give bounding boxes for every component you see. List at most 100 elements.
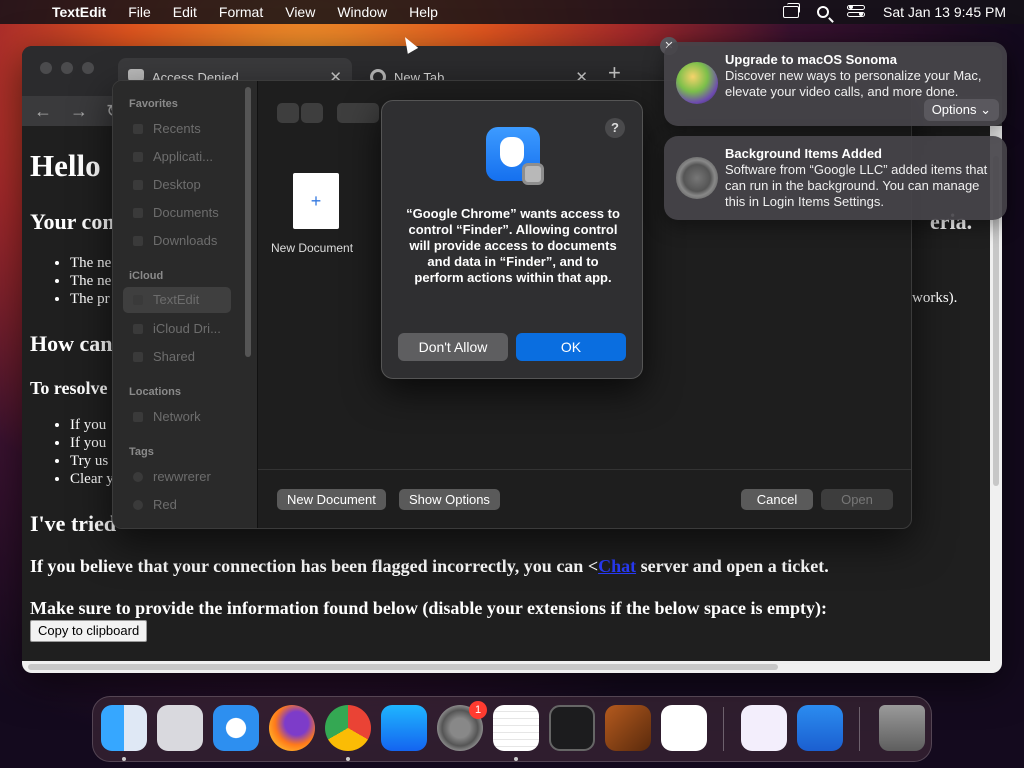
notification-body: Discover new ways to personalize your Ma… bbox=[725, 68, 982, 99]
visual-studio-icon[interactable] bbox=[741, 705, 787, 751]
sidebar-item-label: TextEdit bbox=[153, 292, 200, 307]
sidebar-item-label: Documents bbox=[153, 205, 219, 220]
menu-format[interactable]: Format bbox=[208, 0, 274, 24]
heading-ive-tried: I've tried bbox=[30, 511, 117, 536]
list-item: If you bbox=[70, 416, 114, 434]
sidebar-item-textedit[interactable]: TextEdit bbox=[123, 287, 231, 313]
list-fragment-right: works). bbox=[912, 290, 958, 306]
page-heading: Hello bbox=[30, 148, 101, 183]
dont-allow-button[interactable]: Don't Allow bbox=[398, 333, 508, 361]
menu-app-name[interactable]: TextEdit bbox=[46, 0, 117, 24]
sidebar-item-icloud-drive[interactable]: iCloud Dri... bbox=[133, 321, 243, 336]
firefox-icon[interactable] bbox=[269, 705, 315, 751]
notification-badge: 1 bbox=[469, 701, 487, 719]
zoom-window-button[interactable] bbox=[82, 62, 94, 74]
dock-separator bbox=[859, 707, 860, 751]
sidebar-item-shared[interactable]: Shared bbox=[133, 349, 243, 364]
sidebar-item-network[interactable]: Network bbox=[133, 409, 243, 424]
clock-icon bbox=[133, 123, 143, 134]
divider bbox=[257, 81, 258, 528]
sidebar-item-tag[interactable]: rewwrerer bbox=[133, 469, 243, 484]
menu-clock[interactable]: Sat Jan 13 9:45 PM bbox=[883, 4, 1006, 20]
back-arrow-icon[interactable]: ← bbox=[34, 101, 52, 122]
sidebar-item-downloads[interactable]: Downloads bbox=[133, 233, 243, 248]
new-document-label[interactable]: New Document bbox=[271, 241, 353, 255]
ok-button[interactable]: OK bbox=[516, 333, 626, 361]
sidebar-item-applications[interactable]: Applicati... bbox=[133, 149, 243, 164]
menu-file[interactable]: File bbox=[117, 0, 162, 24]
reasons-list: The ne The ne The pr bbox=[52, 254, 111, 308]
terminal-icon[interactable] bbox=[549, 705, 595, 751]
permission-alert: ? “Google Chrome” wants access to contro… bbox=[381, 100, 643, 379]
menu-bar: TextEdit File Edit Format View Window He… bbox=[0, 0, 1024, 24]
provide-info-paragraph: Make sure to provide the information fou… bbox=[30, 598, 828, 618]
view-options-button[interactable] bbox=[337, 103, 379, 123]
cancel-button[interactable]: Cancel bbox=[741, 489, 813, 510]
show-options-button[interactable]: Show Options bbox=[399, 489, 500, 510]
list-item: The ne bbox=[70, 254, 111, 272]
sidebar-item-label: Desktop bbox=[153, 177, 201, 192]
sidebar-header-favorites: Favorites bbox=[129, 98, 178, 110]
notification-sonoma[interactable]: Upgrade to macOS Sonoma Discover new way… bbox=[664, 42, 1007, 126]
notification-background-items[interactable]: Background Items Added Software from “Go… bbox=[664, 136, 1007, 220]
sidebar-header-icloud: iCloud bbox=[129, 270, 164, 282]
launchpad-icon[interactable] bbox=[157, 705, 203, 751]
safari-icon[interactable] bbox=[213, 705, 259, 751]
notification-options-button[interactable]: Options ⌄ bbox=[923, 99, 999, 121]
shared-folder-icon bbox=[133, 351, 143, 362]
spotlight-search-icon[interactable] bbox=[817, 6, 830, 18]
back-nav-button[interactable] bbox=[277, 103, 299, 123]
sidebar-item-recents[interactable]: Recents bbox=[133, 121, 243, 136]
chat-link[interactable]: Chat bbox=[598, 556, 636, 576]
list-item: The pr bbox=[70, 290, 111, 308]
running-indicator bbox=[122, 757, 126, 761]
scroll-thumb[interactable] bbox=[28, 664, 778, 670]
tag-dot-icon bbox=[133, 471, 143, 482]
close-window-button[interactable] bbox=[40, 62, 52, 74]
sidebar-item-documents[interactable]: Documents bbox=[133, 205, 243, 220]
window-icon[interactable] bbox=[783, 3, 801, 18]
new-document-tile[interactable]: + bbox=[293, 173, 339, 229]
running-indicator bbox=[346, 757, 350, 761]
chrome-icon[interactable] bbox=[325, 705, 371, 751]
sidebar-header-tags: Tags bbox=[129, 446, 154, 458]
forward-nav-button[interactable] bbox=[301, 103, 323, 123]
list-item: Try us bbox=[70, 452, 114, 470]
help-button[interactable]: ? bbox=[605, 118, 625, 138]
gear-icon bbox=[522, 163, 544, 185]
sidebar-item-label: Downloads bbox=[153, 233, 218, 248]
sidebar-header-locations: Locations bbox=[129, 386, 181, 398]
document-icon bbox=[133, 207, 143, 218]
sidebar-item-tag-red[interactable]: Red bbox=[133, 497, 243, 512]
control-center-icon[interactable] bbox=[847, 5, 866, 19]
textedit-icon[interactable] bbox=[493, 705, 539, 751]
sidebar-item-label: iCloud Dri... bbox=[153, 321, 221, 336]
menu-help[interactable]: Help bbox=[398, 0, 449, 24]
sidebar-scrollbar[interactable] bbox=[245, 87, 251, 357]
trash-icon[interactable] bbox=[879, 705, 925, 751]
horizontal-scrollbar[interactable] bbox=[22, 661, 1002, 673]
new-document-button[interactable]: New Document bbox=[277, 489, 386, 510]
minimize-window-button[interactable] bbox=[61, 62, 73, 74]
tag-dot-icon bbox=[133, 499, 143, 510]
list-item: The ne bbox=[70, 272, 111, 290]
globe-icon bbox=[133, 411, 143, 422]
sidebar-item-label: Shared bbox=[153, 349, 195, 364]
menu-edit[interactable]: Edit bbox=[162, 0, 208, 24]
running-indicator bbox=[514, 757, 518, 761]
sidebar-item-desktop[interactable]: Desktop bbox=[133, 177, 243, 192]
forward-arrow-icon[interactable]: → bbox=[70, 101, 88, 122]
flagged-paragraph: If you believe that your connection has … bbox=[30, 556, 829, 577]
vscode-icon[interactable] bbox=[661, 705, 707, 751]
weather-icon[interactable] bbox=[797, 705, 843, 751]
garageband-icon[interactable] bbox=[605, 705, 651, 751]
sidebar-item-label: Applicati... bbox=[153, 149, 213, 164]
privacy-hand-icon bbox=[486, 127, 544, 185]
menu-window[interactable]: Window bbox=[326, 0, 398, 24]
applications-icon bbox=[133, 151, 143, 162]
copy-to-clipboard-button[interactable]: Copy to clipboard bbox=[30, 620, 148, 642]
dock-separator bbox=[723, 707, 724, 751]
menu-view[interactable]: View bbox=[274, 0, 326, 24]
finder-icon[interactable] bbox=[101, 705, 147, 751]
app-store-icon[interactable] bbox=[381, 705, 427, 751]
